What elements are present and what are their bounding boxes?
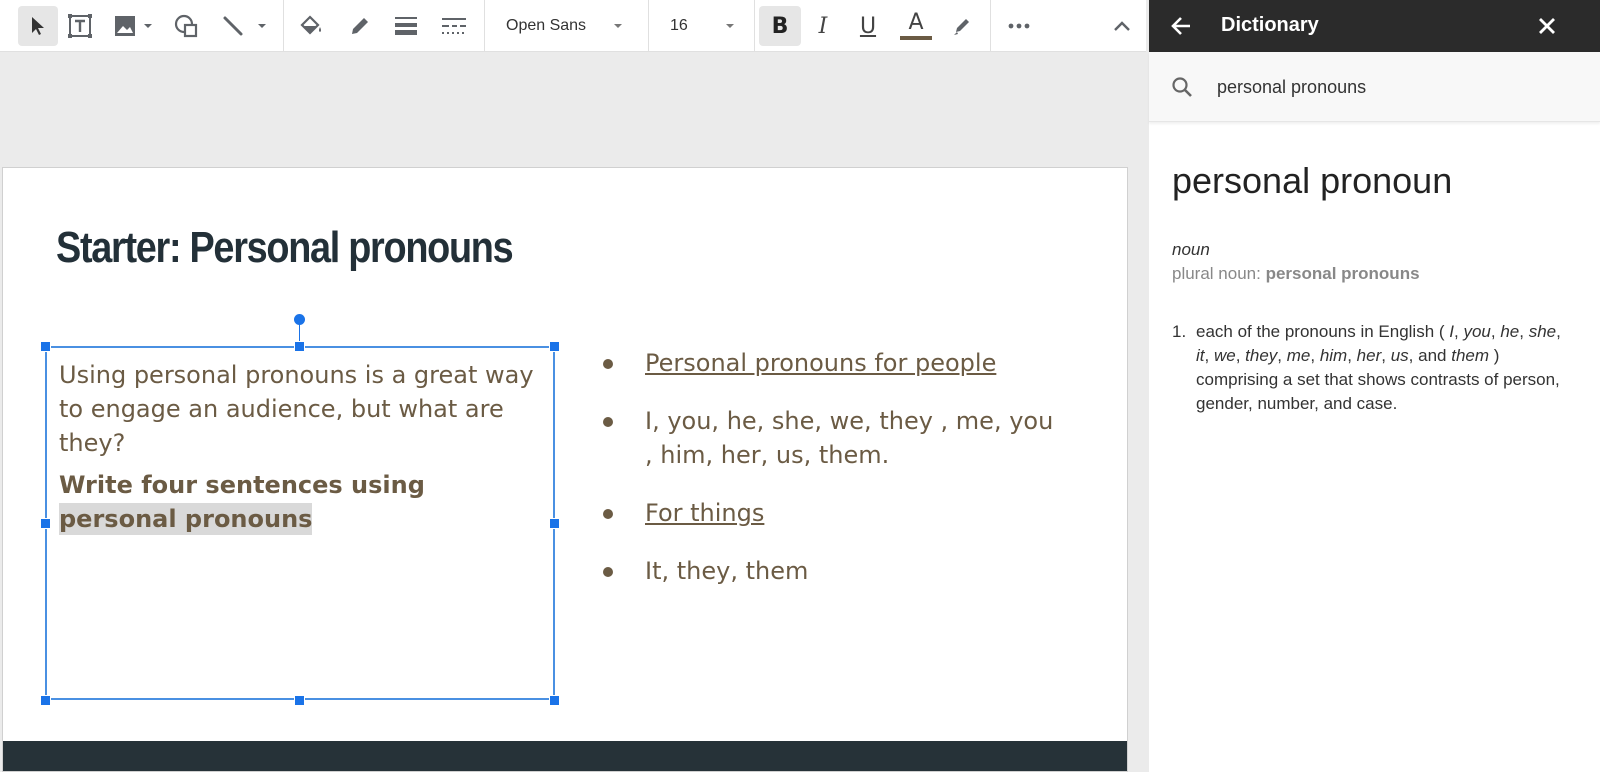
chevron-down-icon	[144, 24, 152, 28]
bullet-text: I, you, he, she, we, they , me, you , hi…	[645, 407, 1054, 469]
dictionary-headword: personal pronoun	[1172, 160, 1453, 201]
highlight-color-button[interactable]	[944, 6, 980, 46]
bullet-item: I, you, he, she, we, they , me, you , hi…	[603, 404, 1063, 472]
selected-text-box[interactable]: Using personal pronouns is a great way t…	[45, 346, 555, 700]
border-color-button[interactable]	[342, 6, 378, 46]
chevron-up-icon	[1114, 21, 1130, 31]
shape-icon	[174, 14, 198, 38]
chevron-down-icon	[614, 24, 623, 28]
more-horizontal-icon	[1008, 23, 1030, 29]
resize-handle-right[interactable]	[549, 518, 560, 529]
text-box-button[interactable]	[62, 6, 98, 46]
select-tool-button[interactable]	[18, 6, 58, 46]
font-family-select[interactable]: Open Sans	[506, 6, 623, 46]
bold-icon: B	[771, 13, 789, 39]
resize-handle-top[interactable]	[294, 341, 305, 352]
line-icon	[223, 16, 243, 36]
instruction-text: Write four sentences using	[59, 471, 425, 499]
insert-image-button[interactable]	[108, 6, 158, 46]
resize-handle-top-right[interactable]	[549, 341, 560, 352]
rotation-handle[interactable]	[294, 314, 305, 325]
bold-button[interactable]: B	[759, 6, 801, 46]
close-button[interactable]	[1533, 12, 1561, 40]
bullet-dot	[603, 509, 613, 519]
border-dash-button[interactable]	[434, 6, 474, 46]
font-size-value: 16	[670, 17, 688, 34]
fill-color-button[interactable]	[294, 6, 330, 46]
plural-value: personal pronouns	[1265, 264, 1420, 283]
bullet-text: It, they, them	[645, 557, 809, 585]
border-dash-icon	[442, 18, 466, 34]
resize-handle-top-left[interactable]	[40, 341, 51, 352]
dictionary-search-input[interactable]	[1217, 72, 1577, 102]
font-size-select[interactable]: 16	[670, 6, 734, 46]
italic-button[interactable]: I	[805, 6, 841, 46]
chevron-down-icon	[258, 24, 266, 28]
pencil-icon	[352, 18, 368, 34]
resize-handle-bottom[interactable]	[294, 695, 305, 706]
text-color-swatch	[900, 36, 932, 40]
toolbar: Open Sans 16 B I U A	[0, 0, 1146, 52]
paint-bucket-icon	[300, 15, 321, 35]
slide-canvas[interactable]: Starter: Personal pronouns Using persona…	[2, 167, 1128, 772]
underline-icon: U	[859, 13, 877, 39]
toolbar-divider	[754, 0, 755, 52]
highlighter-icon	[954, 19, 969, 35]
shape-button[interactable]	[170, 6, 204, 46]
chevron-down-icon	[725, 24, 734, 28]
text-box-content[interactable]: Using personal pronouns is a great way t…	[59, 358, 539, 544]
border-weight-button[interactable]	[388, 6, 424, 46]
part-of-speech: noun	[1172, 240, 1210, 259]
text-color-button[interactable]: A	[896, 6, 936, 46]
definition-number: 1.	[1172, 322, 1187, 341]
definition-text: each of the pronouns in English ( I, you…	[1196, 322, 1561, 413]
selected-text-highlight[interactable]: personal pronouns	[59, 503, 313, 535]
text-box-icon	[68, 14, 92, 38]
toolbar-divider	[283, 0, 284, 52]
bullet-dot	[603, 417, 613, 427]
bullet-dot	[603, 567, 613, 577]
resize-handle-bottom-right[interactable]	[549, 695, 560, 706]
dictionary-panel: Dictionary personal pronoun noun plural …	[1149, 0, 1600, 772]
border-weight-icon	[395, 17, 417, 35]
arrow-left-icon	[1171, 17, 1190, 35]
back-button[interactable]	[1167, 12, 1195, 40]
bullet-text: Personal pronouns for people	[645, 349, 997, 377]
toolbar-divider	[990, 0, 991, 52]
line-button[interactable]	[214, 6, 274, 46]
text-box-instruction: Write four sentences using personal pron…	[59, 468, 539, 536]
plural-label: plural noun:	[1172, 264, 1266, 283]
slide-footer-bar	[3, 741, 1127, 771]
plural-form: plural noun: personal pronouns	[1172, 264, 1420, 284]
bullet-item: Personal pronouns for people	[603, 346, 1063, 380]
bullet-item: For things	[603, 496, 1063, 530]
dictionary-title: Dictionary	[1221, 14, 1319, 36]
font-family-value: Open Sans	[506, 17, 587, 34]
search-icon	[1172, 77, 1192, 97]
close-icon	[1539, 18, 1555, 34]
dictionary-search-bar	[1149, 52, 1600, 122]
bullet-text: For things	[645, 499, 765, 527]
resize-handle-bottom-left[interactable]	[40, 695, 51, 706]
slide-title[interactable]: Starter: Personal pronouns	[56, 223, 514, 273]
bullet-list[interactable]: Personal pronouns for people I, you, he,…	[603, 346, 1063, 612]
collapse-toolbar-button[interactable]	[1104, 6, 1140, 46]
bullet-dot	[603, 359, 613, 369]
text-box-paragraph: Using personal pronouns is a great way t…	[59, 361, 534, 457]
cursor-icon	[32, 17, 44, 35]
italic-icon: I	[818, 13, 828, 39]
toolbar-divider	[484, 0, 485, 52]
resize-handle-left[interactable]	[40, 518, 51, 529]
image-icon	[115, 16, 135, 36]
definition-item: 1. each of the pronouns in English ( I, …	[1172, 320, 1572, 416]
underline-button[interactable]: U	[850, 6, 886, 46]
toolbar-divider	[648, 0, 649, 52]
text-color-icon: A	[908, 10, 924, 35]
dictionary-header: Dictionary	[1149, 0, 1600, 52]
more-options-button[interactable]	[1000, 6, 1038, 46]
rotation-connector	[299, 324, 300, 342]
bullet-item: It, they, them	[603, 554, 1063, 588]
